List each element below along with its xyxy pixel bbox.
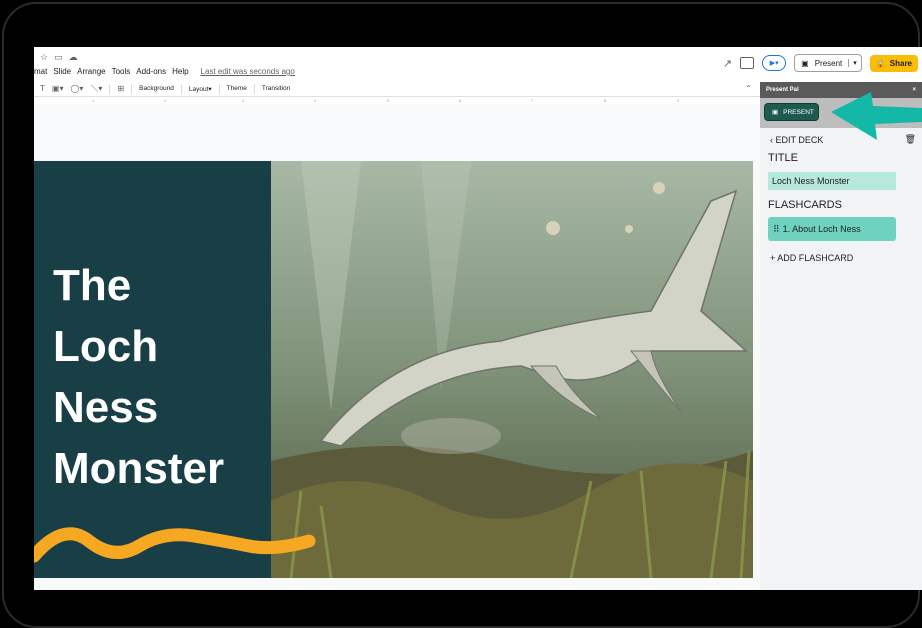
teal-arrow-icon xyxy=(831,92,922,140)
share-button[interactable]: 🔒 Share xyxy=(869,54,918,72)
layout-button[interactable]: Layout▾ xyxy=(189,85,212,93)
menu-help[interactable]: Help xyxy=(172,67,188,76)
ruler-tick: 8 xyxy=(604,98,607,103)
shape-icon[interactable]: ◯▾ xyxy=(70,84,83,93)
cloud-icon[interactable]: ☁ xyxy=(69,52,84,62)
divider xyxy=(253,83,255,94)
ruler-tick: 7 xyxy=(531,98,534,103)
play-icon: ▣ xyxy=(801,58,809,68)
ruler-tick: 1 xyxy=(92,98,95,103)
squiggle-decoration xyxy=(34,527,316,563)
transition-button[interactable]: Transition xyxy=(262,85,290,92)
divider xyxy=(109,83,111,94)
loch-ness-illustration xyxy=(271,161,753,578)
divider xyxy=(218,83,220,94)
ruler-tick: 4 xyxy=(314,98,317,103)
title-line: Loch xyxy=(53,322,159,371)
star-icon[interactable]: ☆ xyxy=(40,52,54,62)
theme-button[interactable]: Theme xyxy=(227,85,247,92)
ruler-tick: 2 xyxy=(164,98,167,103)
title-line: Ness xyxy=(53,383,159,432)
flashcard-label: 1. About Loch Ness xyxy=(782,224,861,234)
image-icon[interactable]: ▣▾ xyxy=(52,84,64,93)
menu-addons[interactable]: Add-ons xyxy=(136,67,166,76)
flashcards-label: FLASHCARDS xyxy=(768,199,842,211)
screen: ☆▭☁ mat Slide Arrange Tools Add-ons Help… xyxy=(34,47,922,590)
present-pal-present-label: PRESENT xyxy=(783,108,814,116)
toolbar: T ▣▾ ◯▾ ＼▾ ⊞ Background Layout▾ Theme Tr… xyxy=(34,81,760,97)
divider xyxy=(131,83,133,94)
flashcard-item[interactable]: ⠿ 1. About Loch Ness xyxy=(768,217,896,241)
folder-icon[interactable]: ▭ xyxy=(54,52,69,62)
activity-icon[interactable]: ↗ xyxy=(723,57,732,70)
slide[interactable]: The Loch Ness Monster xyxy=(34,161,753,578)
comments-icon[interactable] xyxy=(740,57,755,69)
share-label: Share xyxy=(889,58,912,68)
ruler-tick: 3 xyxy=(242,98,245,103)
deck-title-field[interactable]: Loch Ness Monster xyxy=(768,172,896,190)
meet-icon[interactable]: ▶▾ xyxy=(762,55,787,71)
header-actions: ↗ ▶▾ ▣ Present ▾ 🔒 Share xyxy=(723,54,918,72)
doc-actions: ☆▭☁ xyxy=(40,52,84,63)
panel-title: Present Pal xyxy=(766,87,799,93)
line-icon[interactable]: ＼▾ xyxy=(90,83,102,94)
menu-arrange[interactable]: Arrange xyxy=(77,67,105,76)
play-icon: ▣ xyxy=(772,109,779,116)
drag-handle-icon[interactable]: ⠿ xyxy=(773,224,780,235)
title-line: The xyxy=(53,261,132,310)
title-line: Monster xyxy=(53,444,225,493)
present-pal-panel: Present Pal × ▣ PRESENT ‹ EDIT DECK 🗑 TI… xyxy=(760,82,922,590)
collapse-icon[interactable]: ⌃ xyxy=(745,84,752,93)
menu-slide[interactable]: Slide xyxy=(53,67,71,76)
menu-tools[interactable]: Tools xyxy=(112,67,131,76)
lock-icon: 🔒 xyxy=(875,58,886,68)
layout-label: Layout xyxy=(188,85,209,93)
divider xyxy=(180,83,182,94)
present-label: Present xyxy=(814,58,843,68)
ruler-tick: 9 xyxy=(677,98,680,103)
chevron-down-icon[interactable]: ▾ xyxy=(848,59,861,67)
menu-bar: mat Slide Arrange Tools Add-ons Help Las… xyxy=(34,67,295,76)
edit-deck-link[interactable]: ‹ EDIT DECK xyxy=(770,135,823,145)
app-header: ☆▭☁ mat Slide Arrange Tools Add-ons Help… xyxy=(34,47,918,85)
title-label: TITLE xyxy=(768,152,798,164)
ruler-tick: 6 xyxy=(459,98,462,103)
add-flashcard-button[interactable]: + ADD FLASHCARD xyxy=(770,253,853,263)
comment-add-icon[interactable]: ⊞ xyxy=(117,84,124,93)
ruler-tick: 5 xyxy=(387,98,390,103)
present-pal-present-button[interactable]: ▣ PRESENT xyxy=(764,103,819,121)
present-button[interactable]: ▣ Present ▾ xyxy=(794,54,862,72)
menu-format[interactable]: mat xyxy=(34,67,47,76)
background-button[interactable]: Background xyxy=(139,85,174,92)
edit-deck-label: EDIT DECK xyxy=(775,135,824,145)
device-frame: ☆▭☁ mat Slide Arrange Tools Add-ons Help… xyxy=(0,0,922,628)
last-edit-link[interactable]: Last edit was seconds ago xyxy=(201,67,295,76)
textbox-icon[interactable]: T xyxy=(40,84,45,93)
slide-title[interactable]: The Loch Ness Monster xyxy=(53,255,224,499)
